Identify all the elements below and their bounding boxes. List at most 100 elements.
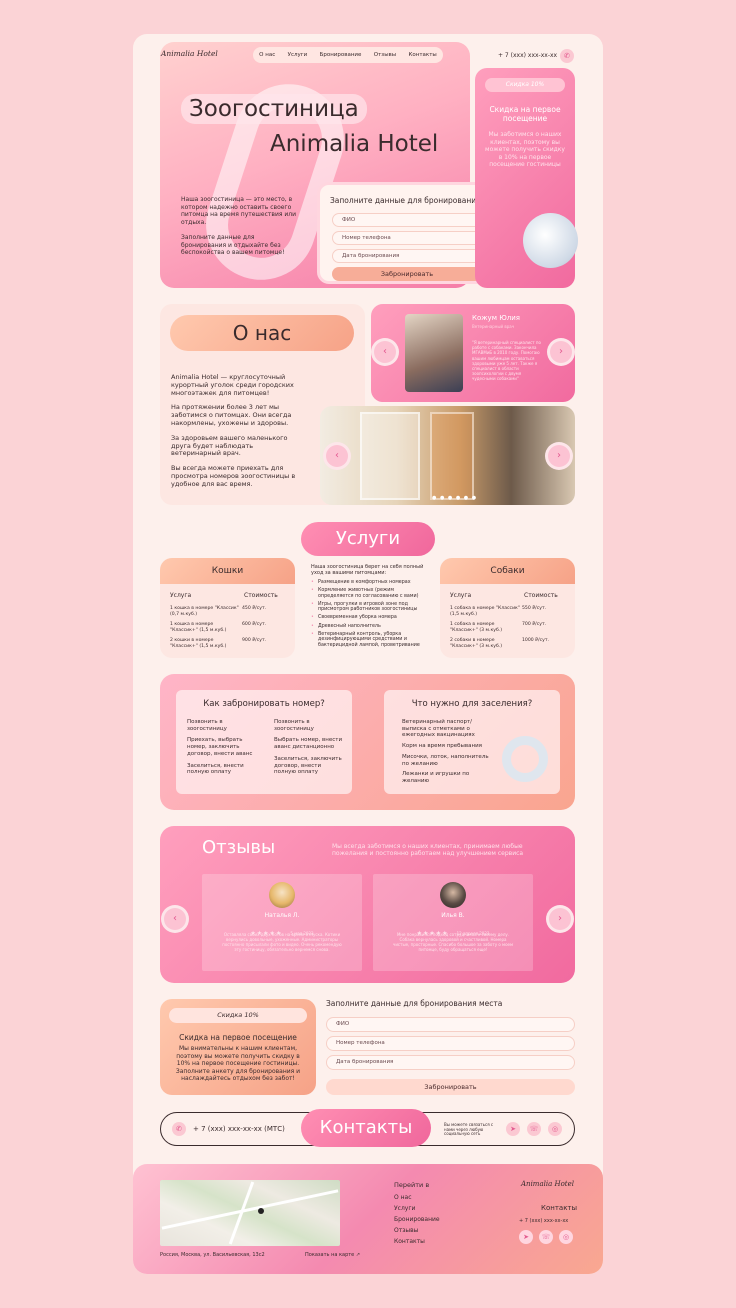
vet-next-button[interactable]: ›	[550, 341, 572, 363]
whatsapp-icon[interactable]: ☏	[527, 1122, 541, 1136]
need-title: Что нужно для заселения?	[411, 699, 533, 709]
decor-bow	[523, 213, 578, 268]
vet-prev-button[interactable]: ‹	[374, 341, 396, 363]
review-text: Оставляла своих двух котов на время отпу…	[222, 932, 342, 952]
phone-field[interactable]: Номер телефона	[326, 1036, 575, 1051]
instagram-icon[interactable]: ◎	[548, 1122, 562, 1136]
nav-contacts[interactable]: Контакты	[408, 52, 436, 58]
list-item: Ветеринарный контроль, уборка дезинфицир…	[311, 632, 431, 649]
promo-badge: Скидка 10%	[485, 78, 565, 92]
footer-nav-about[interactable]: О нас	[394, 1192, 440, 1203]
avatar	[440, 882, 466, 908]
nav-reviews[interactable]: Отзывы	[374, 52, 396, 58]
review-card: Наталья Л. ★★★★★ 5 мая 2023 Оставляла св…	[202, 874, 362, 971]
about-p2: На протяжении более 3 лет мы заботимся о…	[171, 403, 292, 427]
list-item: Лежанки и игрушки по желанию	[402, 771, 470, 784]
gallery-next-button[interactable]: ›	[548, 445, 570, 467]
footer-nav-reviews[interactable]: Отзывы	[394, 1225, 440, 1236]
cats-col-service: Услуга	[170, 592, 192, 599]
table-row: 1 собака в номере "Классик" (1,5 м.куб.)…	[450, 606, 547, 617]
promo-text: Мы заботимся о наших клиентах, поэтому в…	[485, 131, 565, 168]
map-link[interactable]: Показать на карте ↗	[305, 1252, 360, 1258]
review-name: Наталья Л.	[264, 912, 300, 919]
howto-step: Выбрать номер, внести аванс дистанционно	[274, 737, 343, 751]
book-button[interactable]: Забронировать	[332, 267, 482, 281]
date-field[interactable]: Дата бронирования	[332, 249, 482, 263]
page: Animalia Hotel О нас Услуги Бронирование…	[133, 34, 603, 1274]
list-item: Древесный наполнитель	[311, 624, 431, 630]
gallery-room-left	[360, 412, 420, 500]
need-list: Ветеринарный паспорт/ выписка с отметкам…	[402, 719, 492, 785]
howto-title: Как забронировать номер?	[203, 699, 325, 709]
dogs-col-price: Стоимость	[524, 592, 558, 599]
footer-address: Россия, Москва, ул. Васильевская, 13с2	[160, 1252, 265, 1258]
telegram-icon[interactable]: ➤	[506, 1122, 520, 1136]
nav-about[interactable]: О нас	[259, 52, 275, 58]
about-title: О нас	[170, 315, 354, 351]
gallery: ‹ › ● ● ● ● ● ●	[320, 406, 575, 505]
reviews-next-button[interactable]: ›	[549, 908, 571, 930]
howto-card: Как забронировать номер? Позвонить в зоо…	[176, 690, 352, 794]
cats-title: Кошки	[160, 558, 295, 584]
reviews-section: Отзывы Мы всегда заботимся о наших клиен…	[160, 826, 575, 983]
gallery-dots[interactable]: ● ● ● ● ● ●	[432, 495, 477, 501]
howto-step: Позвонить в зоогостиницу	[187, 719, 227, 732]
whatsapp-icon[interactable]: ☏	[539, 1230, 553, 1244]
gallery-prev-button[interactable]: ‹	[326, 445, 348, 467]
logo[interactable]: Animalia Hotel	[161, 49, 218, 58]
date-field[interactable]: Дата бронирования	[326, 1055, 575, 1070]
header-phone[interactable]: + 7 (xxx) xxx-xx-xx	[498, 52, 557, 59]
hero-title-2: Animalia Hotel	[270, 131, 439, 157]
footer: Россия, Москва, ул. Васильевская, 13с2 П…	[133, 1164, 603, 1274]
name-field[interactable]: ФИО	[332, 213, 482, 227]
about-p1: Animalia Hotel — круглосуточный курортны…	[171, 373, 294, 397]
about-p4: Вы всегда можете приехать для просмотра …	[171, 464, 296, 488]
header-bar: Animalia Hotel О нас Услуги Бронирование…	[153, 44, 463, 68]
footer-contacts-title: Контакты	[541, 1204, 578, 1212]
review-text: Мне понравился подход сотрудников к свое…	[392, 932, 514, 952]
footer-logo[interactable]: Animalia Hotel	[521, 1180, 574, 1188]
list-item: Кормление животных (режим определяется п…	[311, 588, 431, 599]
dogs-card: Собаки Услуга Стоимость 1 собака в номер…	[440, 558, 575, 658]
cats-col-price: Стоимость	[244, 592, 278, 599]
howto-step: Заселиться, внести полную оплату	[187, 762, 244, 776]
hero-booking-card: Заполните данные для бронирования ФИО Но…	[317, 182, 493, 284]
nav-booking[interactable]: Бронирование	[320, 52, 362, 58]
services-intro: Наша зоогостиница берет на себя полный у…	[311, 564, 424, 576]
phone-icon[interactable]: ✆	[172, 1122, 186, 1136]
review-card: Илья В. ★★★★★ 12 апреля 2023 Мне понрави…	[373, 874, 533, 971]
booking2-form: Заполните данные для бронирования места …	[326, 999, 576, 1099]
map[interactable]	[160, 1180, 340, 1246]
footer-nav-booking[interactable]: Бронирование	[394, 1214, 440, 1225]
footer-nav-title: Перейти в	[394, 1181, 430, 1189]
nav-services[interactable]: Услуги	[288, 52, 308, 58]
promo2-text: Мы внимательны к нашим клиентам, поэтому…	[175, 1045, 301, 1082]
services-title: Услуги	[301, 522, 435, 556]
telegram-icon[interactable]: ➤	[519, 1230, 533, 1244]
dogs-col-service: Услуга	[450, 592, 472, 599]
info-section: Как забронировать номер? Позвонить в зоо…	[160, 674, 575, 810]
table-row: 2 собаки в номере "Классик+" (3 м.куб.) 1…	[450, 638, 550, 649]
booking-title: Заполните данные для бронирования	[330, 196, 481, 205]
promo2-badge: Скидка 10%	[169, 1008, 307, 1023]
contacts-phone[interactable]: + 7 (xxx) xxx-xx-xx (МТС)	[193, 1125, 285, 1133]
booking2-title: Заполните данные для бронирования места	[326, 999, 503, 1008]
vet-card: Кожум Юлия Ветеринарный врач "Я ветерина…	[371, 304, 575, 402]
footer-nav-services[interactable]: Услуги	[394, 1203, 440, 1214]
cats-card: Кошки Услуга Стоимость 1 кошка в номере …	[160, 558, 295, 658]
book-button[interactable]: Забронировать	[326, 1079, 575, 1095]
phone-field[interactable]: Номер телефона	[332, 231, 482, 245]
phone-icon[interactable]: ✆	[560, 49, 574, 63]
list-item: Мисочки, лоток, наполнитель по желанию	[402, 753, 489, 767]
nav-bar: О нас Услуги Бронирование Отзывы Контакт…	[253, 47, 443, 63]
footer-phone[interactable]: + 7 (xxx) xxx-xx-xx	[519, 1218, 568, 1224]
footer-nav: Перейти в О нас Услуги Бронирование Отзы…	[394, 1180, 440, 1247]
avatar	[269, 882, 295, 908]
contacts-note: Вы можете связаться с нами через любую с…	[444, 1122, 494, 1137]
instagram-icon[interactable]: ◎	[559, 1230, 573, 1244]
reviews-prev-button[interactable]: ‹	[164, 908, 186, 930]
howto-step: Приехать, выбрать номер, заключить догов…	[187, 737, 253, 757]
map-road	[161, 1189, 339, 1230]
name-field[interactable]: ФИО	[326, 1017, 575, 1032]
footer-nav-contacts[interactable]: Контакты	[394, 1236, 440, 1247]
